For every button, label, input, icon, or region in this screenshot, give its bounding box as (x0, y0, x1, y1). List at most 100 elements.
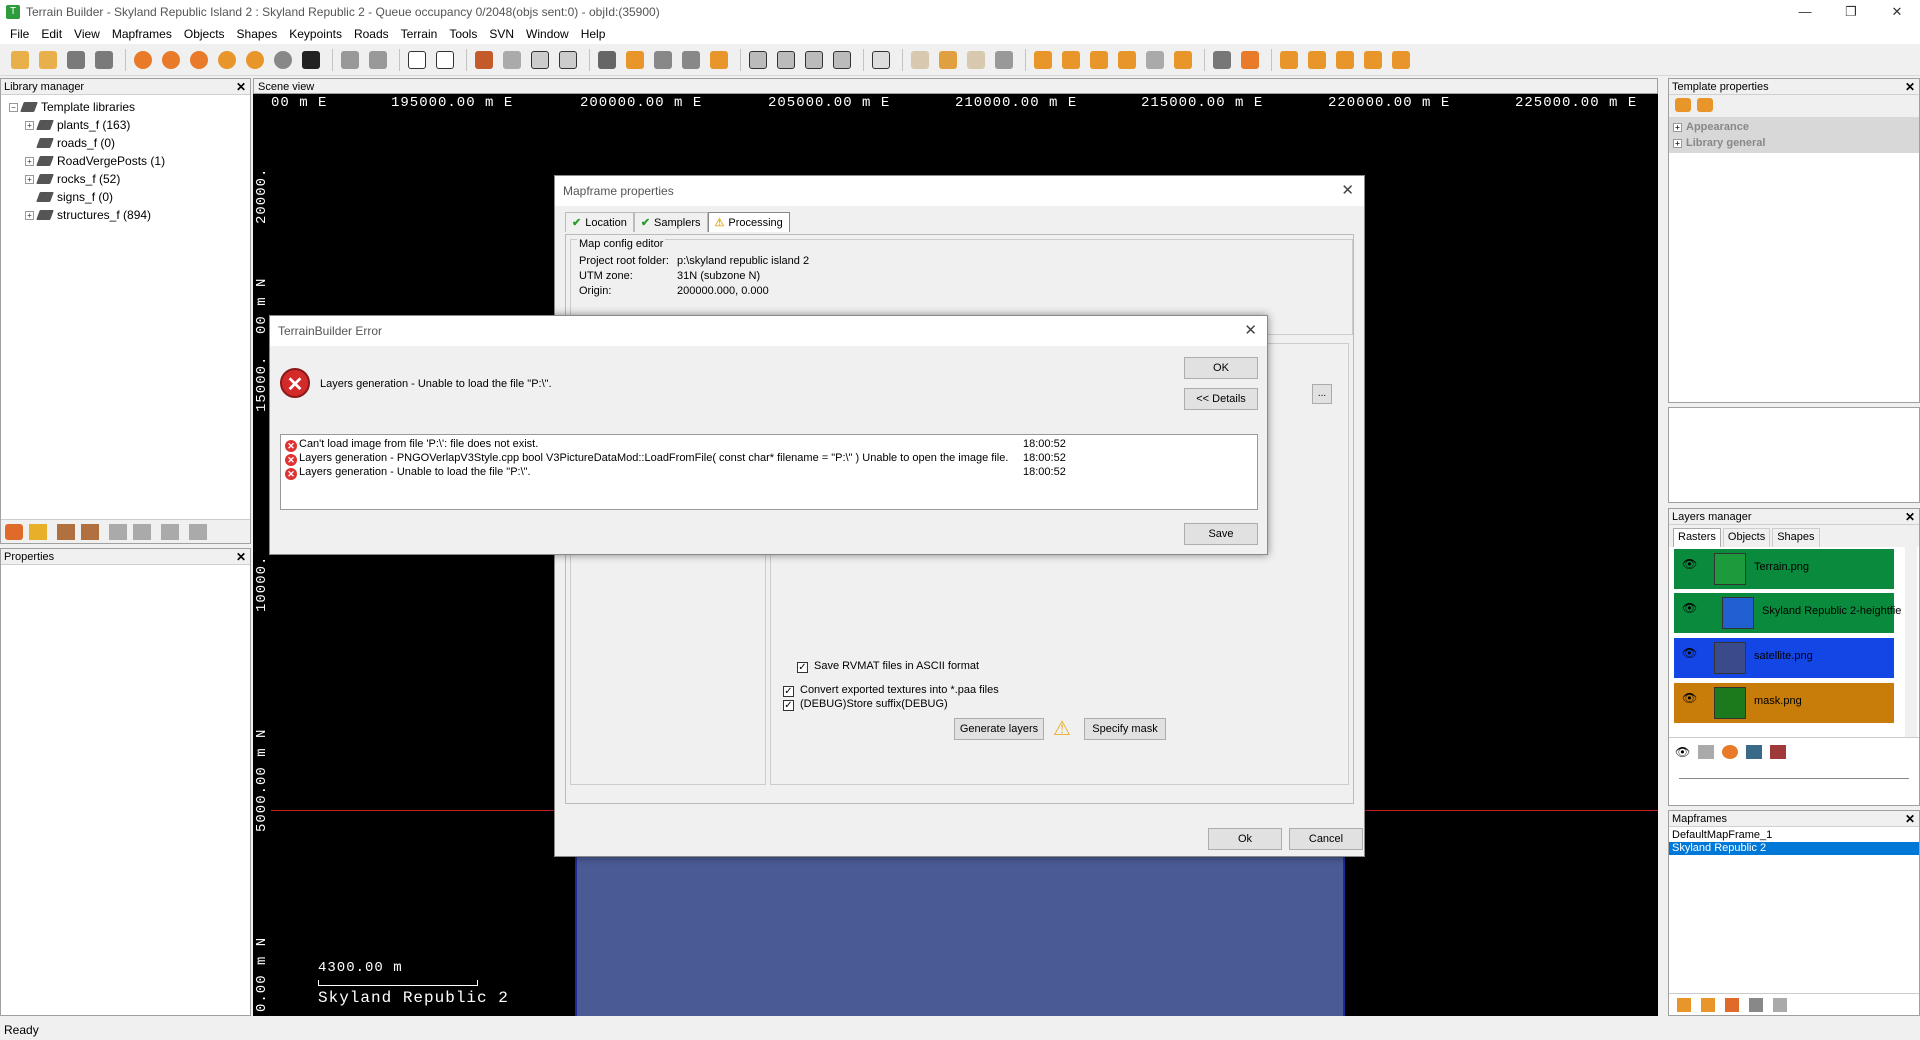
measure-icon[interactable] (500, 48, 524, 72)
menu-view[interactable]: View (68, 24, 106, 44)
tree-item[interactable]: + plants_f (163) (9, 116, 250, 134)
mapframe-edit-icon[interactable] (1701, 997, 1715, 1012)
tools-icon[interactable] (1210, 48, 1234, 72)
warning-icon[interactable] (29, 523, 47, 540)
eye-icon[interactable]: 👁 (1682, 646, 1697, 660)
tab-location[interactable]: ✔ Location (565, 212, 634, 232)
zoom-extents-icon[interactable] (187, 48, 211, 72)
scatter-icon[interactable] (1115, 48, 1139, 72)
ok-button[interactable]: Ok (1208, 828, 1282, 850)
debug-suffix-option[interactable]: ✓ (DEBUG)Store suffix(DEBUG) (783, 698, 948, 711)
library-manager-close-icon[interactable]: ✕ (236, 79, 246, 95)
save-log-button[interactable]: Save (1184, 523, 1258, 545)
tree-item[interactable]: roads_f (0) (9, 134, 250, 152)
menu-window[interactable]: Window (520, 24, 575, 44)
transform-icon[interactable] (1171, 48, 1195, 72)
grid-icon[interactable] (528, 48, 552, 72)
mapframes-close-icon[interactable]: ✕ (1905, 811, 1915, 827)
move-icon[interactable] (405, 48, 429, 72)
ok-button[interactable]: OK (1184, 357, 1258, 379)
picture-icon[interactable] (830, 48, 854, 72)
layer-row[interactable]: 👁 mask.png (1674, 683, 1894, 723)
tree-root[interactable]: − Template libraries (9, 98, 250, 116)
tree-item[interactable]: + rocks_f (52) (9, 170, 250, 188)
expand-icon[interactable]: + (25, 210, 34, 220)
keypoint-add-icon[interactable] (1277, 48, 1301, 72)
delete-icon[interactable] (161, 523, 179, 540)
expand-icon[interactable]: + (25, 156, 34, 166)
menu-file[interactable]: File (4, 24, 35, 44)
close-button[interactable]: ✕ (1874, 0, 1920, 24)
visibility-icon[interactable]: 👁 (1675, 745, 1690, 759)
maximize-button[interactable]: ❐ (1828, 0, 1874, 24)
menu-roads[interactable]: Roads (348, 24, 395, 44)
menu-help[interactable]: Help (575, 24, 612, 44)
menu-mapframes[interactable]: Mapframes (106, 24, 178, 44)
eye-icon[interactable]: 👁 (1682, 557, 1697, 571)
layer-settings-icon[interactable] (1722, 744, 1739, 759)
stack-icon[interactable] (1143, 48, 1167, 72)
clapper-icon[interactable] (299, 48, 323, 72)
layers-manager-close-icon[interactable]: ✕ (1905, 509, 1915, 525)
convert-textures-option[interactable]: ✓ Convert exported textures into *.paa fi… (783, 684, 999, 697)
tree-item[interactable]: + RoadVergePosts (1) (9, 152, 250, 170)
sort-alpha-icon[interactable] (1697, 98, 1713, 112)
error-close-icon[interactable]: ✕ (1244, 316, 1257, 346)
layer-export-icon[interactable] (1770, 744, 1787, 759)
add-object-icon[interactable] (1031, 48, 1055, 72)
eye-icon[interactable]: 👁 (1682, 691, 1697, 705)
menu-terrain[interactable]: Terrain (395, 24, 444, 44)
log-row[interactable]: ✕ Layers generation - Unable to load the … (285, 465, 1253, 480)
brush-icon[interactable] (936, 48, 960, 72)
globe-icon[interactable] (271, 48, 295, 72)
minimize-button[interactable]: — (1782, 0, 1828, 24)
mapframe-add-icon[interactable] (1677, 997, 1691, 1012)
zoom-minus-icon[interactable] (243, 48, 267, 72)
expand-icon[interactable]: + (25, 120, 34, 130)
frame-icon[interactable] (869, 48, 893, 72)
rotate-icon[interactable] (433, 48, 457, 72)
menu-shapes[interactable]: Shapes (231, 24, 284, 44)
zoom-out-icon[interactable] (159, 48, 183, 72)
tab-shapes[interactable]: Shapes (1772, 528, 1820, 547)
grid-fine-icon[interactable] (556, 48, 580, 72)
open-project-icon[interactable] (36, 48, 60, 72)
undo-icon[interactable] (338, 48, 362, 72)
keypoint-edit-icon[interactable] (1389, 48, 1413, 72)
log-row[interactable]: ✕ Can't load image from file 'P:\': file … (285, 437, 1253, 452)
group-library-general[interactable]: + Library general (1673, 135, 1915, 151)
menu-edit[interactable]: Edit (35, 24, 68, 44)
specify-mask-button[interactable]: Specify mask (1084, 718, 1166, 740)
remove-icon[interactable] (5, 523, 23, 540)
library-edit-icon[interactable] (81, 523, 99, 540)
menu-tools[interactable]: Tools (443, 24, 483, 44)
template-properties-close-icon[interactable]: ✕ (1905, 79, 1915, 95)
layer-row[interactable]: 👁 satellite.png (1674, 638, 1894, 678)
library-add-icon[interactable] (57, 523, 75, 540)
expand-icon[interactable]: + (25, 174, 34, 184)
menu-objects[interactable]: Objects (178, 24, 231, 44)
magnet-icon[interactable] (1238, 48, 1262, 72)
save-icon[interactable] (64, 48, 88, 72)
mapframe-delete-icon[interactable] (1725, 997, 1739, 1012)
dialog-close-icon[interactable]: ✕ (1341, 176, 1354, 206)
cube-icon[interactable] (595, 48, 619, 72)
cancel-button[interactable]: Cancel (1289, 828, 1363, 850)
add-object2-icon[interactable] (1059, 48, 1083, 72)
ruler-icon[interactable] (992, 48, 1016, 72)
save-rvmat-option[interactable]: ✓ Save RVMAT files in ASCII format (797, 660, 979, 673)
mapframe-view-icon[interactable] (1749, 997, 1763, 1012)
images-icon[interactable] (802, 48, 826, 72)
sort-category-icon[interactable] (1675, 98, 1691, 112)
tab-samplers[interactable]: ✔ Samplers (633, 212, 708, 232)
image-icon[interactable] (774, 48, 798, 72)
zoom-in-icon[interactable] (131, 48, 155, 72)
pointer-icon[interactable] (964, 48, 988, 72)
cube-orange-icon[interactable] (623, 48, 647, 72)
mapframe-item[interactable]: DefaultMapFrame_1 (1669, 829, 1919, 842)
new-project-icon[interactable] (8, 48, 32, 72)
menu-keypoints[interactable]: Keypoints (283, 24, 348, 44)
generate-layers-button[interactable]: Generate layers (954, 718, 1044, 740)
opacity-slider[interactable] (1679, 767, 1909, 779)
browse-button[interactable]: ... (1312, 384, 1332, 404)
